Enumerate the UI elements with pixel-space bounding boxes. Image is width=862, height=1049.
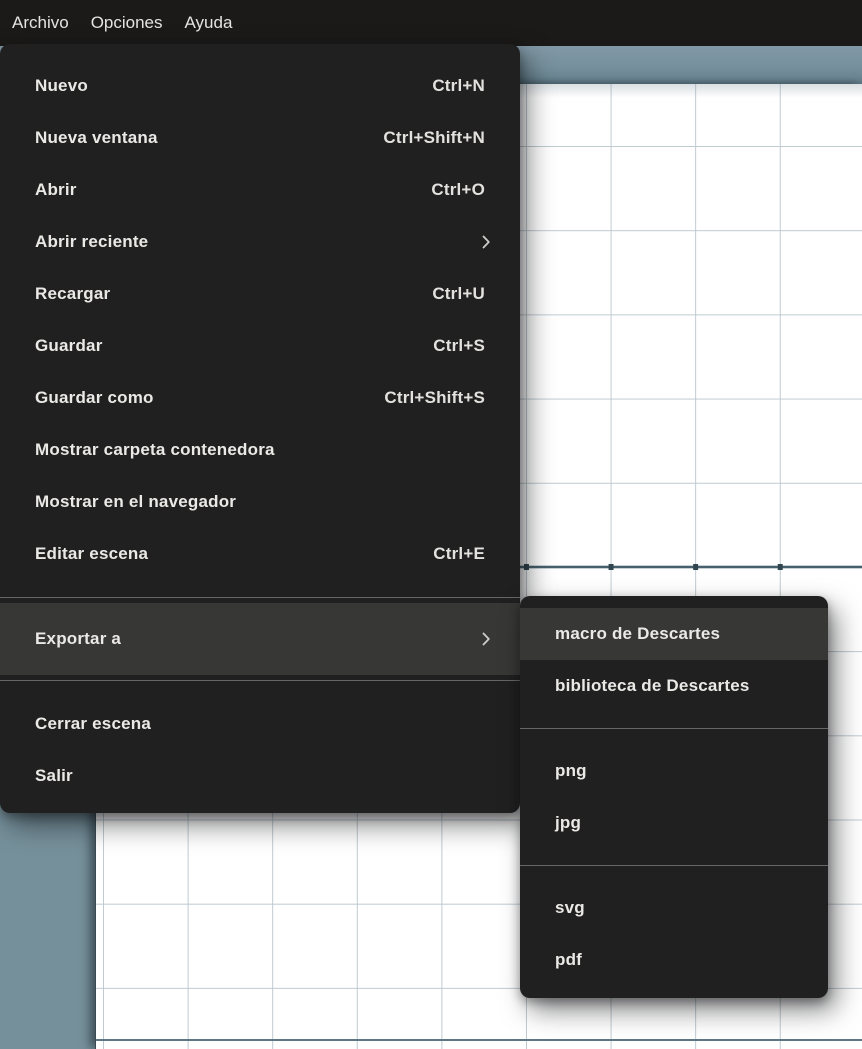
- chevron-right-icon: [481, 631, 491, 647]
- menu-item-label: Nueva ventana: [35, 128, 158, 148]
- export-submenu: macro de Descartes biblioteca de Descart…: [520, 596, 828, 998]
- menu-item-label: Mostrar en el navegador: [35, 492, 236, 512]
- menu-item-label: macro de Descartes: [555, 624, 720, 644]
- menu-item-label: Editar escena: [35, 544, 148, 564]
- menu-item-cerrar-escena[interactable]: Cerrar escena: [0, 698, 520, 750]
- menu-item-shortcut: Ctrl+U: [432, 284, 485, 304]
- menu-item-editar-escena[interactable]: Editar escena Ctrl+E: [0, 528, 520, 580]
- menubar-item-label: Ayuda: [185, 13, 233, 32]
- menu-item-label: png: [555, 761, 587, 781]
- menu-item-label: Mostrar carpeta contenedora: [35, 440, 275, 460]
- menubar-item-label: Archivo: [12, 13, 69, 32]
- menu-item-label: jpg: [555, 813, 581, 833]
- menu-item-nueva-ventana[interactable]: Nueva ventana Ctrl+Shift+N: [0, 112, 520, 164]
- menu-separator: [520, 728, 828, 729]
- menubar-item-opciones[interactable]: Opciones: [80, 0, 174, 46]
- menu-item-label: Recargar: [35, 284, 110, 304]
- menu-item-label: Guardar como: [35, 388, 154, 408]
- menu-item-guardar-como[interactable]: Guardar como Ctrl+Shift+S: [0, 372, 520, 424]
- menubar-item-label: Opciones: [91, 13, 163, 32]
- menu-separator: [0, 680, 520, 681]
- menu-item-shortcut: Ctrl+E: [433, 544, 485, 564]
- chevron-right-icon: [481, 234, 491, 250]
- menu-item-abrir-reciente[interactable]: Abrir reciente: [0, 216, 520, 268]
- scene-bottom-border: [96, 1039, 862, 1041]
- menu-item-label: Abrir reciente: [35, 232, 148, 252]
- menu-item-recargar[interactable]: Recargar Ctrl+U: [0, 268, 520, 320]
- menu-item-nuevo[interactable]: Nuevo Ctrl+N: [0, 60, 520, 112]
- menu-item-shortcut: Ctrl+Shift+S: [384, 388, 485, 408]
- menu-item-label: biblioteca de Descartes: [555, 676, 750, 696]
- menu-item-label: Nuevo: [35, 76, 88, 96]
- menu-item-pdf[interactable]: pdf: [520, 934, 828, 986]
- menu-item-label: Abrir: [35, 180, 77, 200]
- menu-item-shortcut: Ctrl+S: [433, 336, 485, 356]
- menu-item-label: Cerrar escena: [35, 714, 151, 734]
- menu-item-macro-de-descartes[interactable]: macro de Descartes: [520, 608, 828, 660]
- menu-item-label: svg: [555, 898, 585, 918]
- menu-separator: [0, 597, 520, 598]
- menu-item-biblioteca-de-descartes[interactable]: biblioteca de Descartes: [520, 660, 828, 712]
- menu-item-shortcut: Ctrl+Shift+N: [383, 128, 485, 148]
- menubar-item-archivo[interactable]: Archivo: [1, 0, 80, 46]
- menu-item-mostrar-en-el-navegador[interactable]: Mostrar en el navegador: [0, 476, 520, 528]
- menu-item-salir[interactable]: Salir: [0, 750, 520, 802]
- menu-item-shortcut: Ctrl+N: [432, 76, 485, 96]
- menu-item-png[interactable]: png: [520, 745, 828, 797]
- menu-item-svg[interactable]: svg: [520, 882, 828, 934]
- menu-bar: Archivo Opciones Ayuda: [0, 0, 862, 46]
- menubar-item-ayuda[interactable]: Ayuda: [174, 0, 244, 46]
- menu-item-label: Guardar: [35, 336, 103, 356]
- menu-item-mostrar-carpeta-contenedora[interactable]: Mostrar carpeta contenedora: [0, 424, 520, 476]
- menu-item-abrir[interactable]: Abrir Ctrl+O: [0, 164, 520, 216]
- menu-item-label: pdf: [555, 950, 582, 970]
- menu-item-label: Salir: [35, 766, 73, 786]
- menu-item-exportar-a[interactable]: Exportar a: [0, 603, 520, 675]
- menu-separator: [520, 865, 828, 866]
- menu-item-shortcut: Ctrl+O: [431, 180, 485, 200]
- menu-item-label: Exportar a: [35, 629, 121, 649]
- menu-item-jpg[interactable]: jpg: [520, 797, 828, 849]
- menu-item-guardar[interactable]: Guardar Ctrl+S: [0, 320, 520, 372]
- file-menu-dropdown: Nuevo Ctrl+N Nueva ventana Ctrl+Shift+N …: [0, 44, 520, 813]
